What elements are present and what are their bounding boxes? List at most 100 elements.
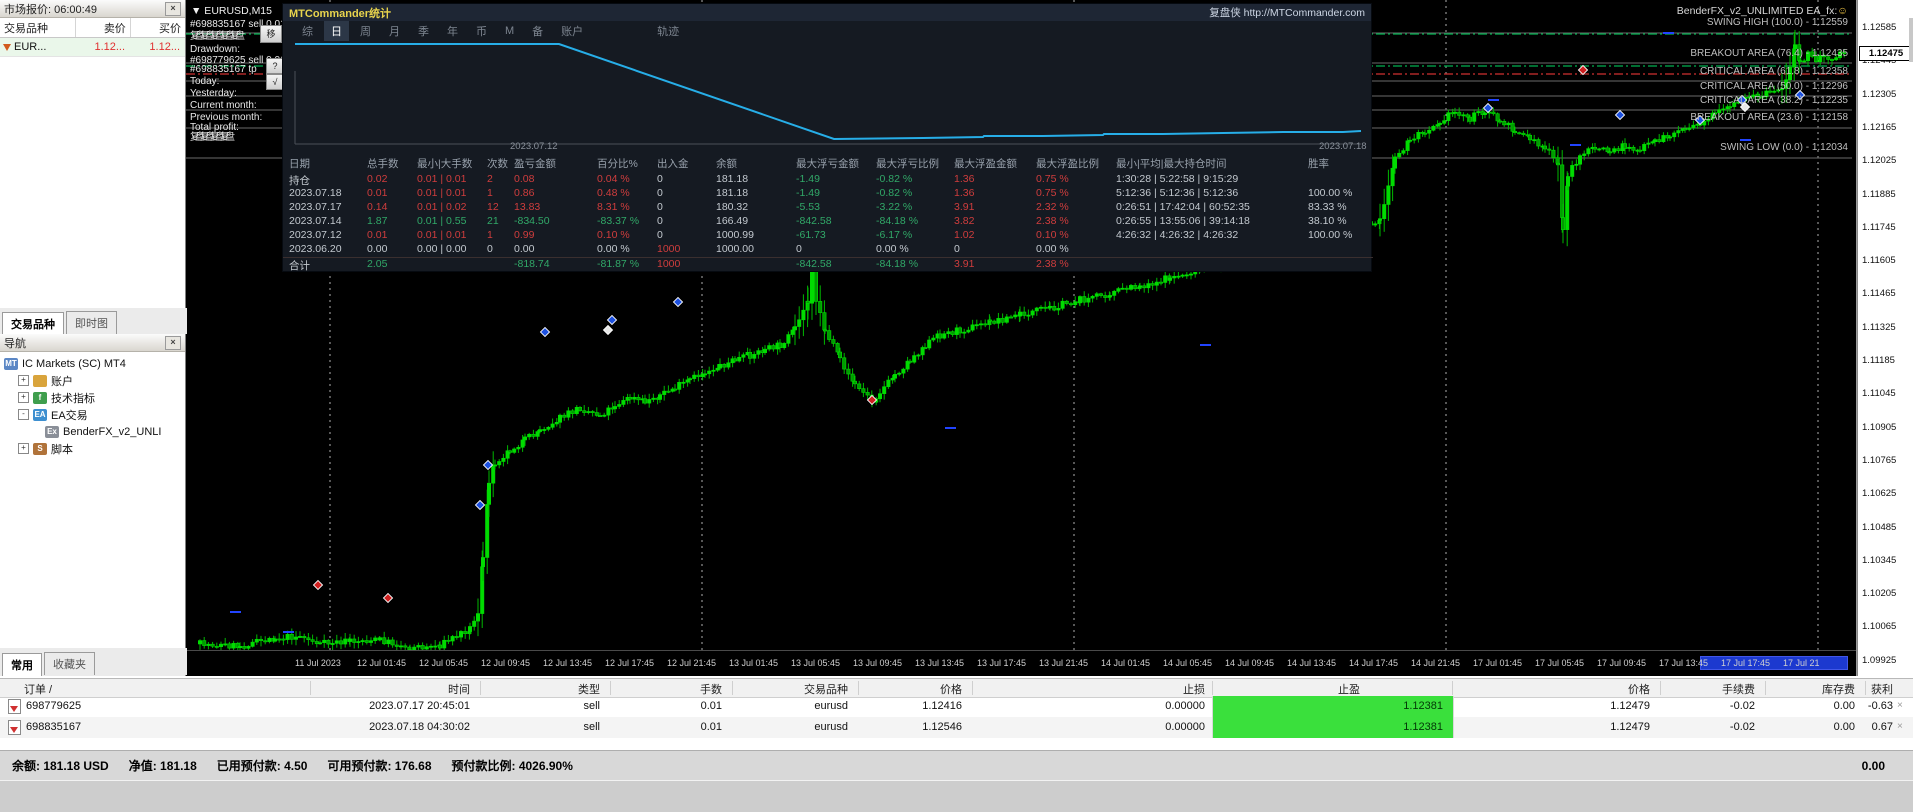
nav-item-IC Markets (SC) MT4[interactable]: MT IC Markets (SC) MT4 bbox=[4, 355, 185, 372]
commander-menu-账户[interactable]: 账户 bbox=[554, 21, 590, 41]
orders-col-价格[interactable]: 价格 bbox=[842, 681, 962, 697]
stats-cell: -834.50 bbox=[514, 215, 550, 227]
order-row-698779625[interactable]: 698779625 2023.07.17 20:45:01 sell 0.01 euru… bbox=[0, 696, 1913, 717]
navigator-tree: MT IC Markets (SC) MT4 + 账户 + f 技术指标 - EA EA交易 Ex B… bbox=[0, 352, 185, 457]
market-watch-titlebar[interactable]: 市场报价: 06:00:49 × bbox=[0, 0, 185, 18]
time-axis[interactable]: 11 Jul 2023 12 Jul 01:45 12 Jul 05:45 12 Ju… bbox=[186, 650, 1856, 676]
orders-col-手数[interactable]: 手数 bbox=[602, 681, 722, 697]
commander-menu-日[interactable]: 日 bbox=[324, 21, 349, 41]
stats-cell: 0.02 bbox=[367, 173, 388, 185]
stats-cell: 0.01 | 0.01 bbox=[417, 187, 467, 199]
time-axis-label: 12 Jul 05:45 bbox=[419, 658, 469, 668]
sell-trade-marker bbox=[312, 579, 324, 591]
stats-cell: 0.01 bbox=[367, 229, 388, 241]
commander-menu-轨迹[interactable]: 轨迹 bbox=[650, 21, 686, 41]
commander-menu-周[interactable]: 周 bbox=[353, 21, 378, 41]
commander-menu-月[interactable]: 月 bbox=[382, 21, 407, 41]
stats-cell: 1:30:28 | 5:22:58 | 9:15:29 bbox=[1116, 173, 1239, 185]
stats-header-cell: 次数 bbox=[487, 158, 508, 170]
orders-col-订单 /[interactable]: 订单 / bbox=[24, 681, 52, 697]
order-type-icon bbox=[8, 699, 21, 714]
stats-cell: 2.05 bbox=[367, 258, 388, 270]
stats-cell: 0:26:55 | 13:55:06 | 39:14:18 bbox=[1116, 215, 1250, 227]
nav-item-EA交易[interactable]: - EA EA交易 bbox=[4, 406, 185, 423]
price-axis-label: 1.11745 bbox=[1862, 221, 1896, 233]
stats-row-2023.06.20[interactable]: 2023.06.20 0.00 0.00 | 0.00 0 0.00 0.00 % 1000… bbox=[283, 243, 1373, 257]
close-order-icon[interactable]: × bbox=[1897, 721, 1903, 732]
navigator-titlebar[interactable]: 导航 × bbox=[0, 334, 185, 352]
stats-cell: -84.18 % bbox=[876, 258, 919, 270]
ea-button-0[interactable]: 移 bbox=[260, 25, 282, 43]
close-order-icon[interactable]: × bbox=[1897, 700, 1903, 711]
tree-expander-icon[interactable]: + bbox=[18, 392, 29, 403]
mtcommander-panel[interactable]: MTCommander统计 复盘侠 http://MTCommander.com… bbox=[282, 3, 1373, 272]
order-row-698835167[interactable]: 698835167 2023.07.18 04:30:02 sell 0.01 euru… bbox=[0, 717, 1913, 738]
time-axis-label: 14 Jul 21:45 bbox=[1411, 658, 1461, 668]
symbol-row-eurusd[interactable]: EUR... 1.12... 1.12... bbox=[0, 38, 185, 57]
tab-tick-chart[interactable]: 即时图 bbox=[66, 311, 117, 334]
mtcommander-titlebar[interactable]: MTCommander统计 复盘侠 http://MTCommander.com bbox=[283, 4, 1371, 21]
stats-cell: 166.49 bbox=[716, 215, 749, 227]
stats-row-label: 合计 bbox=[289, 260, 310, 272]
tree-expander-icon[interactable]: + bbox=[18, 375, 29, 386]
orders-col-时间[interactable]: 时间 bbox=[350, 681, 470, 697]
tab-common[interactable]: 常用 bbox=[2, 653, 42, 676]
stats-row-2023.07.12[interactable]: 2023.07.12 0.01 0.01 | 0.01 1 0.99 0.10 % 0 100… bbox=[283, 229, 1373, 243]
current-price-box: 1.12475 bbox=[1859, 46, 1913, 61]
close-icon[interactable]: × bbox=[165, 1, 181, 16]
stats-cell: -0.82 % bbox=[876, 187, 913, 199]
stats-cell: 83.33 % bbox=[1308, 201, 1347, 213]
orders-empty-space bbox=[0, 738, 1913, 750]
stats-cell: -84.18 % bbox=[876, 215, 919, 227]
header-separator bbox=[1660, 681, 1661, 695]
price-axis-label: 1.10765 bbox=[1862, 454, 1897, 466]
price-axis[interactable]: 1.125851.124451.123051.121651.120251.118… bbox=[1857, 0, 1913, 676]
commander-menu-备[interactable]: 备 bbox=[525, 21, 550, 41]
nav-item-技术指标[interactable]: + f 技术指标 bbox=[4, 389, 185, 406]
robot-icon: Ex bbox=[45, 425, 59, 438]
nav-item-BenderFX_v2_UNLI[interactable]: Ex BenderFX_v2_UNLI bbox=[4, 423, 185, 440]
orders-col-获利[interactable]: 获利 bbox=[1773, 681, 1893, 697]
stats-cell: 0.48 % bbox=[597, 187, 630, 199]
tab-favorites[interactable]: 收藏夹 bbox=[44, 652, 95, 675]
stats-row-2023.07.14[interactable]: 2023.07.14 1.87 0.01 | 0.55 21 -834.50 -83.37… bbox=[283, 215, 1373, 229]
orders-col-止盈[interactable]: 止盈 bbox=[1240, 681, 1360, 697]
indicators-icon: f bbox=[33, 391, 47, 404]
nav-item-账户[interactable]: + 账户 bbox=[4, 372, 185, 389]
stats-cell: 0.01 | 0.01 bbox=[417, 229, 467, 241]
stats-cell: 0.10 % bbox=[597, 229, 630, 241]
stats-row-合计[interactable]: 合计 2.05 -818.74 -81.87 % 1000 -842.58 -84.18 %… bbox=[283, 257, 1373, 272]
commander-menu-季[interactable]: 季 bbox=[411, 21, 436, 41]
commander-menu-M[interactable]: M bbox=[498, 23, 521, 39]
orders-col-止损[interactable]: 止损 bbox=[1085, 681, 1205, 697]
close-icon[interactable]: × bbox=[165, 335, 181, 350]
stats-cell: 21 bbox=[487, 215, 499, 227]
tree-expander-icon[interactable]: + bbox=[18, 443, 29, 454]
stats-row-label: 2023.07.14 bbox=[289, 215, 342, 227]
stats-cell: 1000 bbox=[657, 258, 681, 270]
commander-menu-年[interactable]: 年 bbox=[440, 21, 465, 41]
stats-row-持仓[interactable]: 持仓 0.02 0.01 | 0.01 2 0.08 0.04 % 0 181.18 -1.49… bbox=[283, 173, 1373, 187]
sell-trade-marker bbox=[866, 394, 878, 406]
commander-menu-综[interactable]: 综 bbox=[295, 21, 320, 41]
tab-symbols[interactable]: 交易品种 bbox=[2, 312, 64, 335]
stats-cell: 3.91 bbox=[954, 258, 975, 270]
stats-cell: 0 bbox=[796, 243, 802, 255]
nav-item-脚本[interactable]: + S 脚本 bbox=[4, 440, 185, 457]
time-axis-label: 14 Jul 13:45 bbox=[1287, 658, 1337, 668]
orders-table-header[interactable]: 订单 / 时间 类型 手数 交易品种 价格 止损 止盈 价格 手续费 库存费 获利 bbox=[0, 678, 1913, 698]
stats-cell: -81.87 % bbox=[597, 258, 640, 270]
buy-trade-marker bbox=[482, 459, 494, 471]
tree-expander-icon[interactable]: - bbox=[18, 409, 29, 420]
stats-header-cell: 总手数 bbox=[367, 158, 399, 170]
orders-col-类型[interactable]: 类型 bbox=[480, 681, 600, 697]
orders-col-价格[interactable]: 价格 bbox=[1530, 681, 1650, 697]
stats-cell: 0.08 bbox=[514, 173, 535, 185]
stats-cell: -1.49 bbox=[796, 187, 820, 199]
axis-scrollbar[interactable] bbox=[1909, 18, 1913, 62]
stats-cell: 0 bbox=[657, 229, 663, 241]
commander-menu-币[interactable]: 币 bbox=[469, 21, 494, 41]
stats-row-2023.07.17[interactable]: 2023.07.17 0.14 0.01 | 0.02 12 13.83 8.31 % 0 1… bbox=[283, 201, 1373, 215]
orders-col-交易品种[interactable]: 交易品种 bbox=[728, 681, 848, 697]
stats-row-2023.07.18[interactable]: 2023.07.18 0.01 0.01 | 0.01 1 0.86 0.48 % 0 181… bbox=[283, 187, 1373, 201]
